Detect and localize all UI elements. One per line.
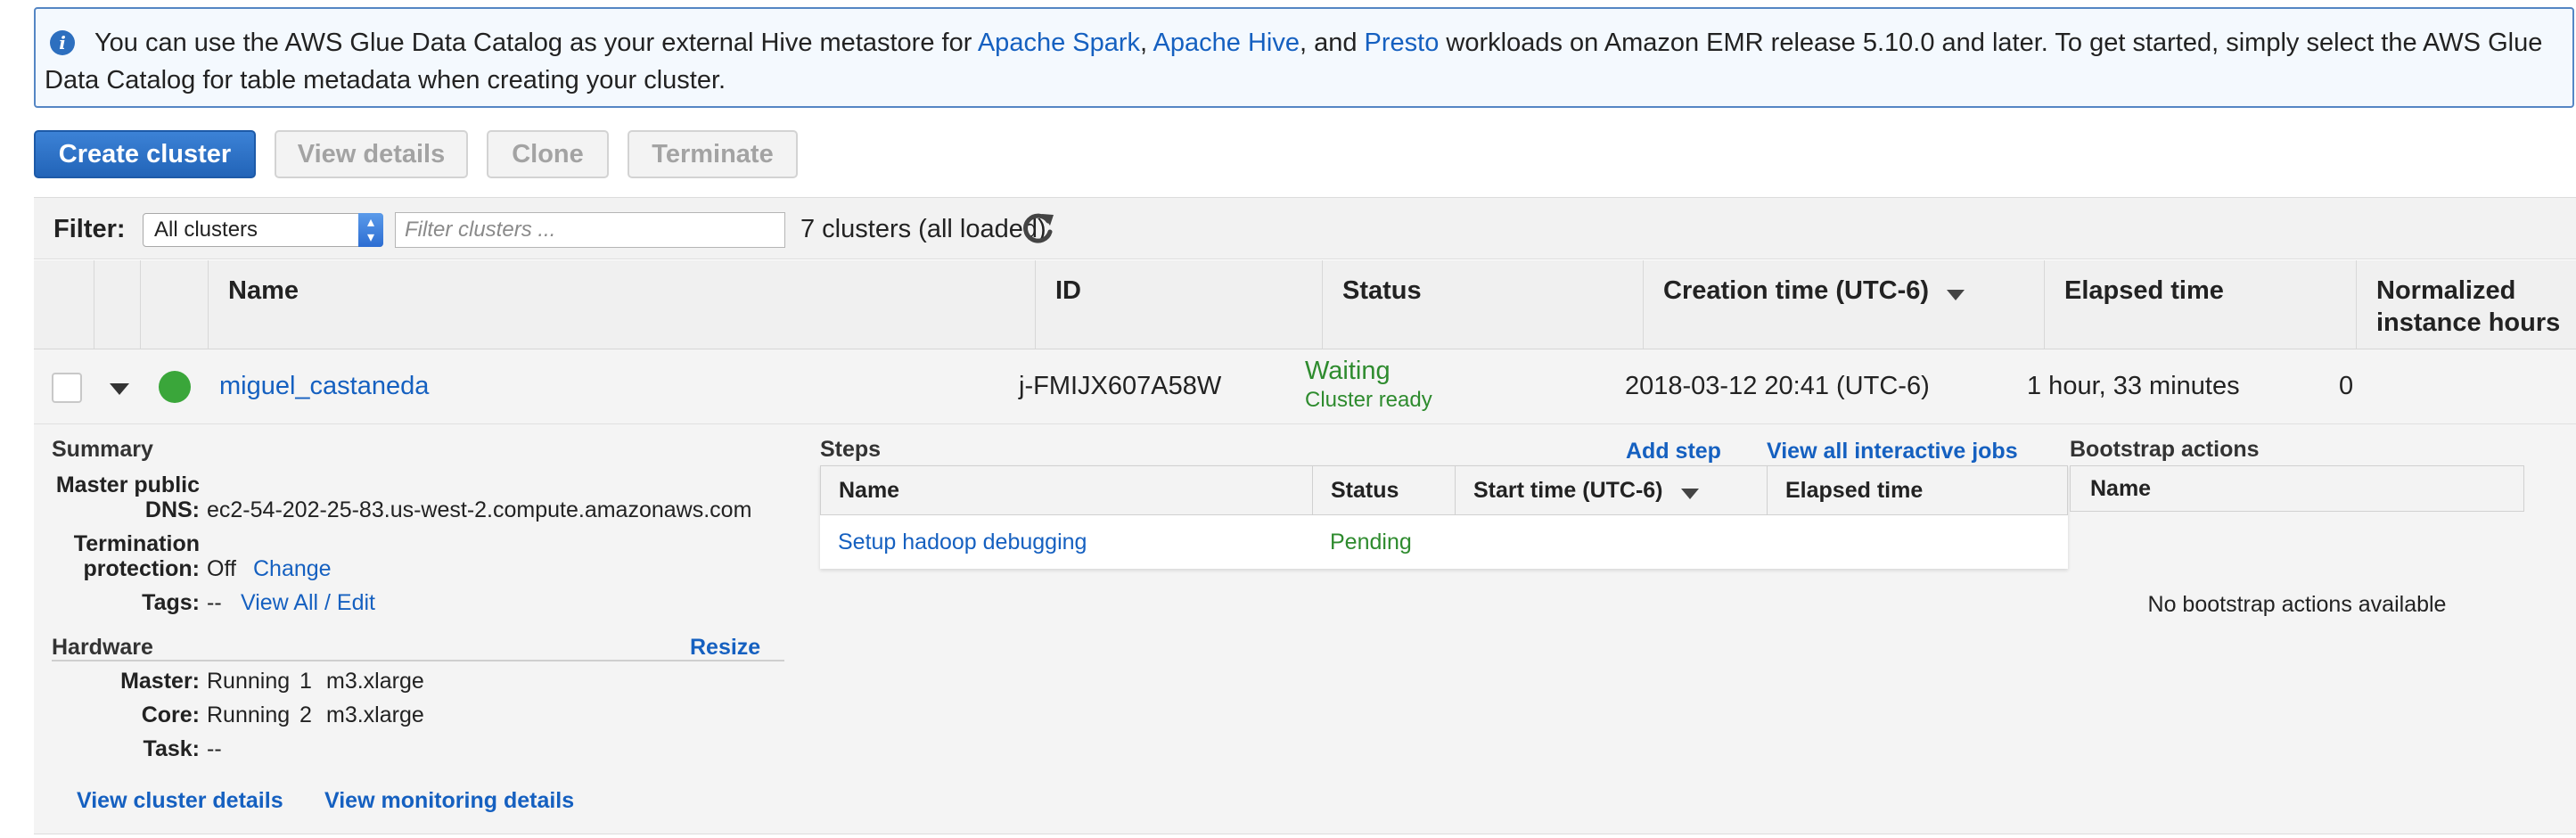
cluster-name-link[interactable]: miguel_castaneda	[219, 372, 429, 401]
master-key: Master:	[120, 669, 200, 694]
header-status[interactable]: Status	[1323, 260, 1644, 349]
header-name-label: Name	[228, 276, 299, 305]
header-id-label: ID	[1055, 276, 1081, 305]
apache-spark-link[interactable]: Apache Spark	[978, 29, 1140, 57]
cluster-status: Waiting	[1305, 357, 1391, 385]
cluster-creation-time: 2018-03-12 20:41 (UTC-6)	[1625, 372, 1930, 400]
row-checkbox[interactable]	[52, 373, 82, 403]
termination-key-2: protection:	[83, 556, 200, 581]
header-id[interactable]: ID	[1036, 260, 1323, 349]
apache-hive-link[interactable]: Apache Hive	[1153, 29, 1300, 57]
core-key: Core:	[141, 702, 200, 727]
dns-key-2: DNS:	[144, 497, 200, 522]
filter-label: Filter:	[53, 215, 126, 243]
header-status-label: Status	[1342, 276, 1422, 305]
hardware-title: Hardware	[52, 635, 153, 660]
cluster-status-detail: Cluster ready	[1305, 388, 1432, 412]
info-icon: i	[50, 30, 75, 55]
header-expand-col	[94, 260, 141, 349]
step-status: Pending	[1330, 530, 1412, 555]
steps-sort-desc-icon	[1680, 489, 1699, 499]
task-key: Task:	[143, 736, 200, 761]
bootstrap-table: Name No bootstrap actions available	[2070, 465, 2524, 661]
banner-sep-1: ,	[1140, 29, 1153, 57]
header-creation-time[interactable]: Creation time (UTC-6)	[1644, 260, 2045, 349]
header-elapsed-label: Elapsed time	[2064, 276, 2224, 305]
core-instance-type: m3.xlarge	[326, 702, 424, 727]
termination-change-link[interactable]: Change	[253, 556, 332, 582]
header-normalized-label-1: Normalized	[2376, 276, 2516, 305]
header-elapsed-time[interactable]: Elapsed time	[2045, 260, 2357, 349]
filter-clusters-input[interactable]	[395, 212, 785, 248]
bootstrap-empty-message: No bootstrap actions available	[2147, 592, 2447, 617]
add-step-link[interactable]: Add step	[1626, 439, 1721, 464]
header-checkbox-col	[34, 260, 94, 349]
cluster-id: j-FMIJX607A58W	[1019, 372, 1222, 400]
cluster-count: 7 clusters (all loaded)	[800, 215, 1046, 243]
presto-link[interactable]: Presto	[1365, 29, 1440, 57]
view-cluster-details-link[interactable]: View cluster details	[77, 788, 283, 814]
step-name-link[interactable]: Setup hadoop debugging	[838, 530, 1087, 555]
cluster-filter-selected: All clusters	[154, 218, 258, 242]
filter-bar: Filter: All clusters ▴▾ 7 clusters (all …	[34, 197, 2576, 259]
expand-caret-icon[interactable]	[110, 383, 129, 395]
termination-key-1: Termination	[73, 531, 200, 556]
header-name[interactable]: Name	[209, 260, 1036, 349]
steps-title: Steps	[820, 437, 882, 462]
bootstrap-title: Bootstrap actions	[2070, 437, 2260, 462]
tags-key: Tags:	[142, 590, 200, 615]
steps-table-header: Name Status Start time (UTC-6) Elapsed t…	[820, 465, 2068, 515]
view-all-edit-tags-link[interactable]: View All / Edit	[241, 590, 375, 616]
master-public-dns: ec2-54-202-25-83.us-west-2.compute.amazo…	[207, 497, 752, 522]
steps-header-name[interactable]: Name	[821, 466, 1313, 514]
header-normalized-label-2: instance hours	[2376, 308, 2561, 337]
view-details-button[interactable]: View details	[275, 130, 468, 178]
banner-text-1: You can use the AWS Glue Data Catalog as…	[94, 29, 978, 57]
tags-value: --	[207, 590, 222, 615]
banner-sep-2: , and	[1299, 29, 1365, 57]
steps-table: Name Status Start time (UTC-6) Elapsed t…	[820, 465, 2068, 569]
cluster-elapsed-time: 1 hour, 33 minutes	[2027, 372, 2240, 400]
core-status: Running	[207, 702, 291, 727]
view-monitoring-details-link[interactable]: View monitoring details	[324, 788, 574, 814]
clusters-table-header: Name ID Status Creation time (UTC-6) Ela…	[34, 260, 2576, 349]
terminate-button[interactable]: Terminate	[628, 130, 798, 178]
bootstrap-header-name[interactable]: Name	[2070, 465, 2524, 512]
header-creation-label: Creation time (UTC-6)	[1663, 276, 1930, 305]
steps-header-elapsed[interactable]: Elapsed time	[1768, 466, 2067, 514]
cluster-filter-select[interactable]: All clusters ▴ ▾	[143, 213, 383, 247]
termination-protection-value: Off	[207, 556, 236, 581]
task-value: --	[207, 736, 222, 761]
create-cluster-button[interactable]: Create cluster	[34, 130, 256, 178]
header-normalized-hours[interactable]: Normalized instance hours	[2357, 260, 2576, 349]
master-count: 1	[299, 669, 312, 694]
view-all-interactive-jobs-link[interactable]: View all interactive jobs	[1767, 439, 2018, 464]
master-status: Running	[207, 669, 291, 694]
select-arrows-icon: ▴ ▾	[358, 213, 383, 247]
dns-key-1: Master public	[55, 472, 200, 497]
hardware-divider	[52, 660, 784, 661]
steps-header-status[interactable]: Status	[1313, 466, 1456, 514]
sort-desc-icon	[1947, 290, 1965, 300]
steps-header-start-time[interactable]: Start time (UTC-6)	[1456, 466, 1768, 514]
refresh-icon[interactable]	[1018, 209, 1057, 248]
summary-title: Summary	[52, 437, 153, 462]
clone-button[interactable]: Clone	[487, 130, 609, 178]
cluster-status-dot-icon	[159, 371, 191, 403]
header-status-dot-col	[141, 260, 209, 349]
steps-header-start-label: Start time (UTC-6)	[1473, 478, 1663, 503]
resize-link[interactable]: Resize	[690, 635, 760, 661]
cluster-details-panel: Summary Master public DNS: ec2-54-202-25…	[34, 424, 2576, 834]
cluster-row[interactable]: miguel_castaneda j-FMIJX607A58W Waiting …	[34, 349, 2576, 424]
core-count: 2	[299, 702, 312, 727]
master-instance-type: m3.xlarge	[326, 669, 424, 694]
info-banner: i You can use the AWS Glue Data Catalog a…	[34, 7, 2574, 108]
cluster-normalized-hours: 0	[2339, 372, 2354, 400]
